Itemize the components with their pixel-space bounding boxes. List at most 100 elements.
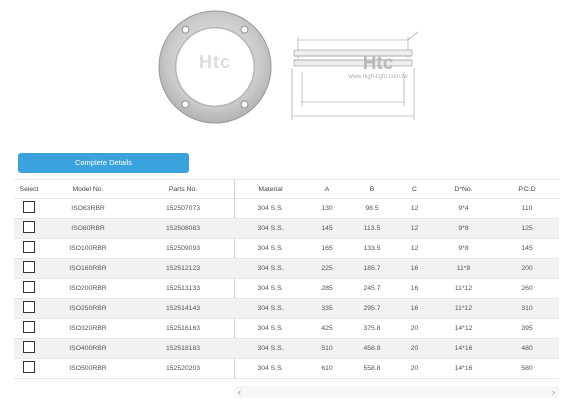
parts-no-cell: 152513133: [165, 285, 201, 292]
table-row: 304 S.S. 610 558.8 20 14*16 580: [234, 359, 559, 379]
pcd-cell: 395: [521, 325, 533, 332]
d-no-cell: 9*4: [458, 205, 469, 212]
header-d-no[interactable]: D*No.: [432, 180, 495, 198]
table-row: ISO100RBR 152509093: [14, 239, 234, 259]
model-no-cell: ISO63RBR: [71, 205, 105, 212]
header-select: Select: [19, 186, 39, 193]
a-cell: 610: [321, 365, 333, 372]
c-cell: 12: [410, 205, 419, 212]
header-pcd[interactable]: P.C.D: [495, 180, 559, 198]
table-header-row: Material A B C D*No. P.C.D: [234, 179, 559, 199]
b-cell: 113.5: [363, 225, 381, 232]
model-no-cell: ISO100RBR: [69, 245, 107, 252]
b-cell: 133.5: [363, 245, 381, 252]
material-cell: 304 S.S.: [257, 365, 284, 372]
pcd-cell: 480: [521, 345, 533, 352]
b-cell: 558.8: [363, 365, 381, 372]
d-no-cell: 9*8: [458, 245, 469, 252]
table-row: 304 S.S. 285 245.7 16 11*12 260: [234, 279, 559, 299]
a-cell: 145: [321, 225, 333, 232]
material-cell: 304 S.S.: [257, 325, 284, 332]
d-no-cell: 11*12: [454, 285, 473, 292]
header-a[interactable]: A: [307, 180, 347, 198]
select-checkbox[interactable]: [23, 281, 35, 294]
select-checkbox[interactable]: [23, 261, 35, 274]
table-fixed-columns: Select Model No. Parts No. ISO63RBR 15250…: [14, 179, 235, 379]
table-row: 304 S.S. 130 98.5 12 9*4 110: [234, 199, 559, 219]
table-row: ISO500RBR 152520203: [14, 359, 234, 379]
pcd-cell: 580: [521, 365, 533, 372]
pcd-cell: 310: [521, 305, 533, 312]
scroll-left-icon[interactable]: ‹: [238, 386, 241, 398]
select-checkbox[interactable]: [23, 241, 35, 254]
c-cell: 16: [410, 285, 419, 292]
logo-text: Htc: [362, 53, 394, 74]
c-cell: 12: [410, 225, 419, 232]
select-cell: [14, 319, 44, 338]
select-cell: [14, 259, 44, 278]
table-row: ISO200RBR 152513133: [14, 279, 234, 299]
d-no-cell: 11*12: [454, 305, 473, 312]
a-cell: 285: [321, 285, 333, 292]
parts-no-cell: 152520203: [165, 365, 201, 372]
a-cell: 510: [321, 345, 333, 352]
parts-no-cell: 152508083: [165, 225, 201, 232]
model-no-cell: ISO250RBR: [69, 305, 107, 312]
table-row: 304 S.S. 335 295.7 16 11*12 310: [234, 299, 559, 319]
c-cell: 20: [410, 365, 419, 372]
model-no-cell: ISO80RBR: [71, 225, 105, 232]
table-row: 304 S.S. 425 375.8 20 14*12 395: [234, 319, 559, 339]
parts-no-cell: 152518183: [165, 345, 201, 352]
parts-no-cell: 152509093: [165, 245, 201, 252]
select-checkbox[interactable]: [23, 341, 35, 354]
select-cell: [14, 339, 44, 358]
a-cell: 165: [321, 245, 333, 252]
photo-watermark: Htc: [198, 52, 231, 72]
model-no-cell: ISO200RBR: [69, 285, 107, 292]
table-row: 304 S.S. 165 133.5 12 9*8 145: [234, 239, 559, 259]
horizontal-scrollbar[interactable]: ‹ ›: [234, 386, 559, 398]
product-images: Htc Htc www.high-light.com.tw: [150, 8, 450, 133]
b-cell: 458.8: [363, 345, 381, 352]
table-row: 304 S.S. 145 113.5 12 9*8 125: [234, 219, 559, 239]
pcd-cell: 260: [521, 285, 533, 292]
d-no-cell: 14*16: [454, 345, 473, 352]
c-cell: 20: [410, 345, 419, 352]
select-cell: [14, 279, 44, 298]
table-row: ISO400RBR 152518183: [14, 339, 234, 359]
b-cell: 295.7: [363, 305, 381, 312]
header-b[interactable]: B: [347, 180, 397, 198]
select-checkbox[interactable]: [23, 361, 35, 374]
select-checkbox[interactable]: [23, 321, 35, 334]
table-row: 304 S.S. 225 185.7 16 11*8 200: [234, 259, 559, 279]
table-row: ISO160RBR 152512123: [14, 259, 234, 279]
table-row: ISO63RBR 152507073: [14, 199, 234, 219]
table-row: ISO250RBR 152514143: [14, 299, 234, 319]
select-cell: [14, 219, 44, 238]
select-cell: [14, 199, 44, 218]
header-material[interactable]: Material: [234, 180, 307, 198]
select-checkbox[interactable]: [23, 221, 35, 234]
model-no-cell: ISO400RBR: [69, 345, 107, 352]
material-cell: 304 S.S.: [257, 265, 284, 272]
header-c[interactable]: C: [397, 180, 432, 198]
scroll-right-icon[interactable]: ›: [552, 386, 555, 398]
d-no-cell: 14*16: [454, 365, 473, 372]
a-cell: 425: [321, 325, 333, 332]
complete-details-button[interactable]: Complete Details: [18, 153, 189, 173]
select-cell: [14, 239, 44, 258]
b-cell: 185.7: [363, 265, 381, 272]
select-checkbox[interactable]: [23, 301, 35, 314]
parts-no-cell: 152514143: [165, 305, 201, 312]
header-model-no[interactable]: Model No.: [44, 180, 132, 198]
product-table: Select Model No. Parts No. ISO63RBR 15250…: [14, 179, 559, 400]
table-row: 304 S.S. 510 458.8 20 14*16 480: [234, 339, 559, 359]
select-checkbox[interactable]: [23, 201, 35, 214]
table-scroll-columns: Material A B C D*No. P.C.D 304 S.S. 130 98…: [234, 179, 559, 379]
b-cell: 245.7: [363, 285, 381, 292]
material-cell: 304 S.S.: [257, 205, 284, 212]
select-cell: [14, 359, 44, 378]
header-parts-no[interactable]: Parts No.: [132, 180, 234, 198]
a-cell: 130: [321, 205, 333, 212]
d-no-cell: 14*12: [454, 325, 473, 332]
